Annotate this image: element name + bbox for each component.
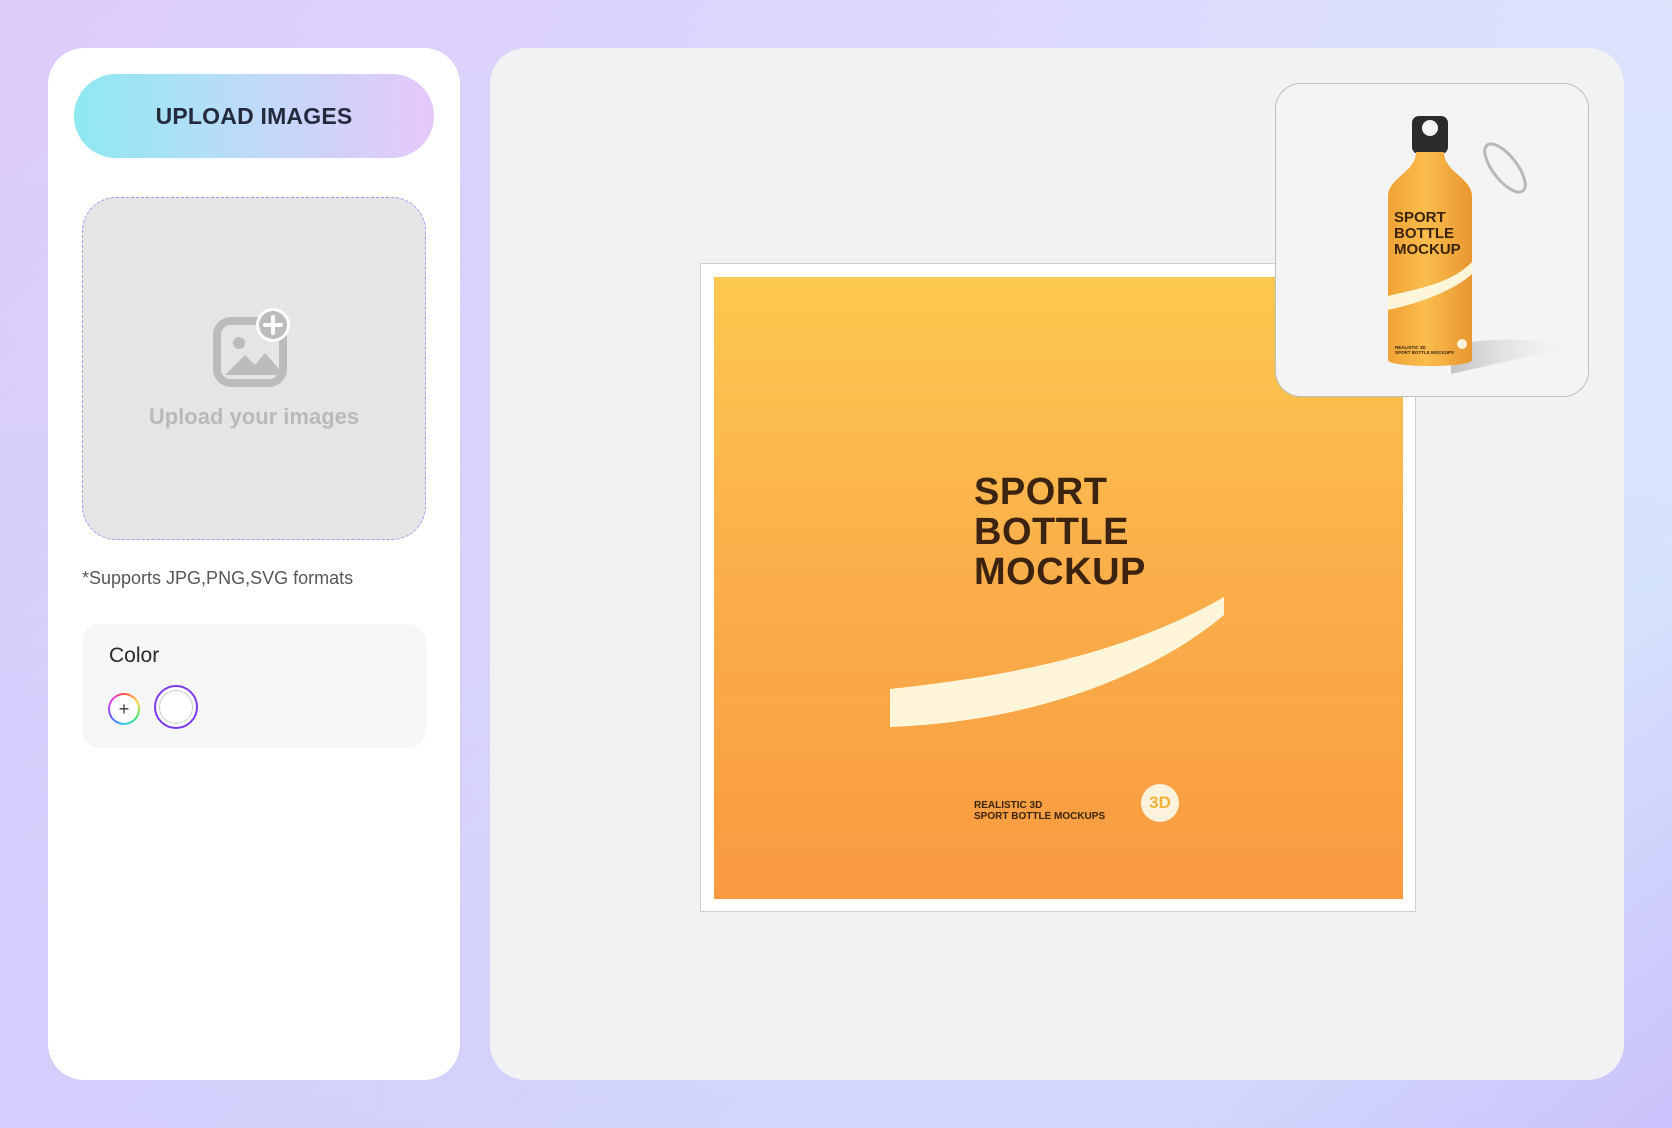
supported-formats-note: *Supports JPG,PNG,SVG formats [82,568,354,588]
preview-canvas: SPORT BOTTLE MOCKUP REALISTIC 3D SPORT B… [490,48,1624,1080]
artwork-subtitle-line: REALISTIC 3D [974,800,1043,811]
image-dropzone[interactable]: Upload your images [82,197,426,540]
dropzone-text: Upload your images [148,404,360,429]
artwork-subtitle-line: SPORT BOTTLE MOCKUPS [974,811,1106,822]
bottle-preview-card[interactable]: SPORT BOTTLE MOCKUP REALISTIC 3D SPORT B… [1275,83,1589,397]
artwork-title: SPORT BOTTLE MOCKUP [974,472,1146,592]
artwork-swoosh [890,597,1224,727]
bottle-sub-text: REALISTIC 3D SPORT BOTTLE MOCKUPS [1395,345,1454,355]
artwork-title-line: MOCKUP [974,551,1146,593]
artwork-title-line: SPORT [974,471,1108,513]
color-swatch-white[interactable] [154,685,198,729]
color-label: Color [109,644,160,667]
plus-icon: + [110,695,138,723]
bottle-label-line: SPORT [1394,209,1446,226]
artwork-title-line: BOTTLE [974,511,1129,553]
artwork-subtitle: REALISTIC 3D SPORT BOTTLE MOCKUPS [974,800,1105,822]
bottle-label-line: BOTTLE [1394,225,1454,242]
upload-panel: UPLOAD IMAGES Upload your images *Suppor… [48,48,460,1080]
swatch-fill [159,690,193,724]
bottle-label-line: MOCKUP [1394,241,1461,258]
color-section: Color + [82,624,426,748]
artwork-3d-badge: 3D [1141,784,1179,822]
add-color-button[interactable]: + [108,693,140,725]
bottle-sub-line: SPORT BOTTLE MOCKUPS [1395,350,1455,355]
upload-images-button[interactable]: UPLOAD IMAGES [74,74,434,158]
add-image-icon [213,307,295,387]
bottle-label-text: SPORT BOTTLE MOCKUP [1394,210,1461,258]
